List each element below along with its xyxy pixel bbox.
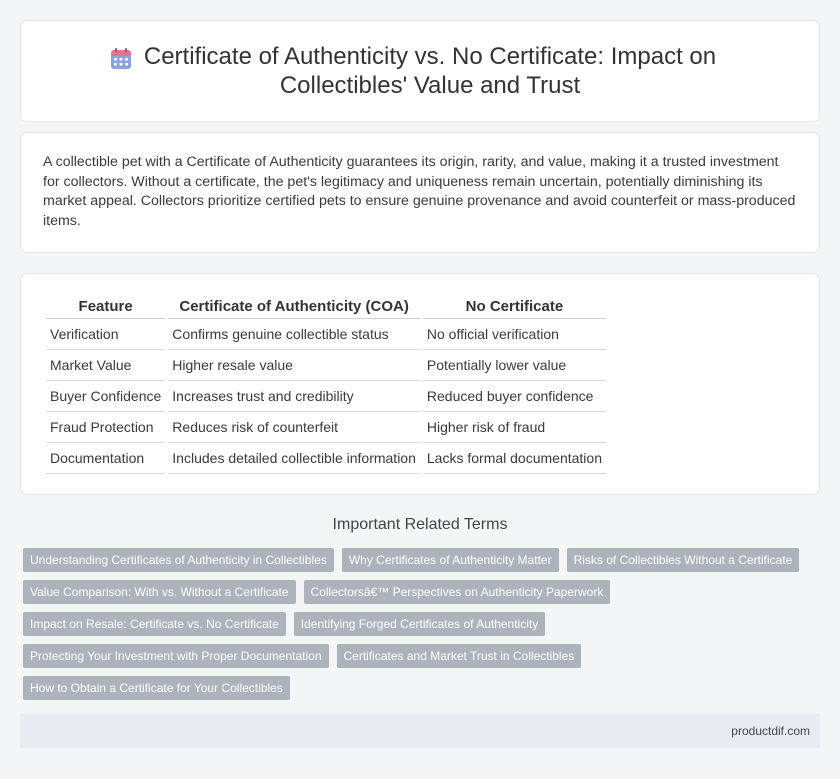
related-term-tag[interactable]: Protecting Your Investment with Proper D… [23, 644, 329, 668]
related-term-tag[interactable]: Collectorsâ€™ Perspectives on Authentici… [303, 580, 611, 604]
table-row: Verification Confirms genuine collectibl… [46, 319, 606, 350]
table-cell: Includes detailed collectible informatio… [168, 443, 420, 474]
table-cell: Verification [46, 319, 166, 350]
related-term-tag[interactable]: Risks of Collectibles Without a Certific… [566, 548, 800, 572]
related-terms-list: Understanding Certificates of Authentici… [23, 548, 823, 700]
table-row: Buyer Confidence Increases trust and cre… [46, 381, 606, 412]
related-term-tag[interactable]: Identifying Forged Certificates of Authe… [293, 612, 546, 636]
table-cell: Confirms genuine collectible status [168, 319, 420, 350]
table-cell: Increases trust and credibility [168, 381, 420, 412]
table-cell: Reduces risk of counterfeit [168, 412, 420, 443]
related-term-tag[interactable]: Understanding Certificates of Authentici… [23, 548, 334, 572]
related-term-tag[interactable]: Value Comparison: With vs. Without a Cer… [23, 580, 296, 604]
page-title: Certificate of Authenticity vs. No Certi… [143, 43, 717, 99]
table-row: Documentation Includes detailed collecti… [46, 443, 606, 474]
column-header-coa: Certificate of Authenticity (COA) [168, 294, 420, 319]
related-term-tag[interactable]: How to Obtain a Certificate for Your Col… [23, 676, 290, 700]
table-cell: Higher risk of fraud [422, 412, 606, 443]
column-header-feature: Feature [46, 294, 166, 319]
table-cell: Fraud Protection [46, 412, 166, 443]
table-cell: Buyer Confidence [46, 381, 166, 412]
intro-card: A collectible pet with a Certificate of … [20, 132, 820, 253]
table-cell: Market Value [46, 350, 166, 381]
column-header-no-certificate: No Certificate [422, 294, 606, 319]
comparison-table-card: Feature Certificate of Authenticity (COA… [20, 273, 820, 495]
comparison-table: Feature Certificate of Authenticity (COA… [43, 294, 609, 474]
title-card: Certificate of Authenticity vs. No Certi… [20, 20, 820, 122]
related-term-tag[interactable]: Certificates and Market Trust in Collect… [336, 644, 582, 668]
table-cell: Documentation [46, 443, 166, 474]
related-terms-title: Important Related Terms [332, 516, 508, 533]
table-row: Market Value Higher resale value Potenti… [46, 350, 606, 381]
table-cell: Higher resale value [168, 350, 420, 381]
footer-site-link[interactable]: productdif.com [731, 724, 810, 738]
footer: productdif.com [20, 714, 820, 748]
table-cell: No official verification [422, 319, 606, 350]
table-cell: Potentially lower value [422, 350, 606, 381]
related-term-tag[interactable]: Why Certificates of Authenticity Matter [341, 548, 559, 572]
table-cell: Reduced buyer confidence [422, 381, 606, 412]
intro-text: A collectible pet with a Certificate of … [43, 154, 796, 229]
table-row: Fraud Protection Reduces risk of counter… [46, 412, 606, 443]
table-cell: Lacks formal documentation [422, 443, 606, 474]
table-header-row: Feature Certificate of Authenticity (COA… [46, 294, 606, 319]
related-term-tag[interactable]: Impact on Resale: Certificate vs. No Cer… [23, 612, 286, 636]
